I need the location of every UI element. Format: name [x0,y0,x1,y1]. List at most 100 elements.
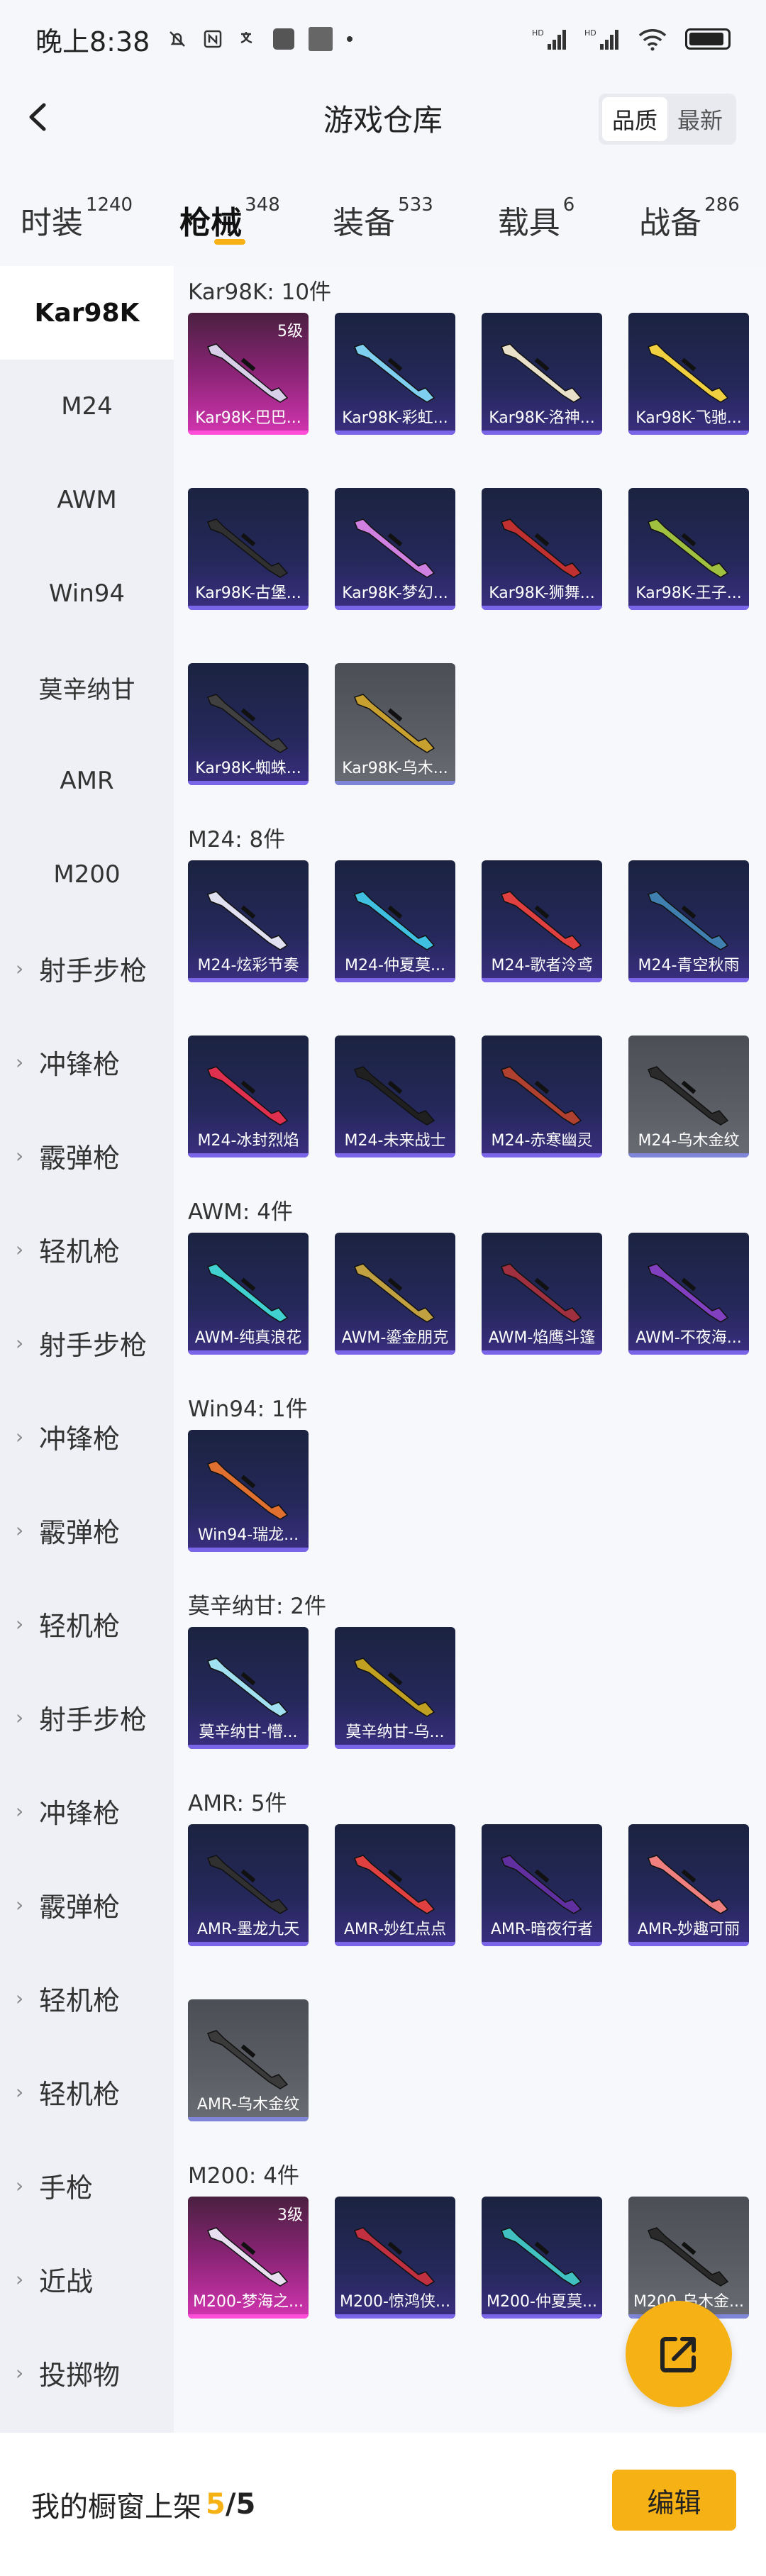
rifle-icon [648,1066,729,1126]
weapon-skin-card[interactable]: AWM-纯真浪花 [188,1233,309,1355]
sidebar-item[interactable]: AMR [0,734,174,828]
tab-count: 348 [245,194,280,216]
sidebar-item-label: 霰弹枪 [39,1516,121,1548]
weapon-skin-card[interactable]: M24-炫彩节奏 [188,860,309,982]
sidebar-item[interactable]: › 霰弹枪 [0,1858,174,1951]
skin-name: 莫辛纳甘-乌... [345,1723,445,1741]
weapon-skin-card[interactable]: M24-冰封烈焰 [188,1036,309,1157]
svg-text:HD: HD [584,28,596,38]
chevron-right-icon: › [16,1799,24,1823]
weapon-skin-card[interactable]: Kar98K-彩虹... [335,313,455,435]
item-grid: M24-炫彩节奏 M24-仲夏莫... M24-歌者泠鸢 M24-青空秋雨 M24-冰封… [174,860,766,1186]
chevron-right-icon: › [16,2360,24,2385]
weapon-skin-card[interactable]: Kar98K-王子... [628,488,749,610]
bottom-bar: 我的橱窗上架 5/5 编辑 [0,2433,766,2576]
sidebar-item[interactable]: › 射手步枪 [0,921,174,1015]
rifle-icon [207,1066,289,1126]
skin-name: M200-梦海之... [193,2293,304,2311]
item-grid: Win94-瑞龙... [174,1430,766,1580]
tab-label: 载具 [497,205,560,241]
sidebar-item[interactable]: › 轻机枪 [0,2045,174,2138]
weapon-skin-card[interactable]: Kar98K-梦幻... [335,488,455,610]
sidebar-item[interactable]: › 手枪 [0,2138,174,2232]
weapon-skin-card[interactable]: 莫辛纳甘-懵... [188,1627,309,1749]
weapon-skin-card[interactable]: AMR-妙红点点 [335,1824,455,1946]
skin-name: M24-仲夏莫... [345,957,445,975]
weapon-skin-card[interactable]: AMR-暗夜行者 [482,1824,602,1946]
weapon-skin-card[interactable]: AMR-墨龙九天 [188,1824,309,1946]
sort-newest-button[interactable]: 最新 [667,97,733,141]
skin-name: AMR-妙趣可丽 [637,1921,740,1938]
sidebar-item[interactable]: › 近战 [0,2232,174,2326]
sidebar-item[interactable]: Kar98K [0,266,174,360]
weapon-skin-card[interactable]: Win94-瑞龙... [188,1430,309,1552]
sidebar-item[interactable]: › 冲锋枪 [0,1764,174,1858]
weapon-skin-card[interactable]: Kar98K-洛神... [482,313,602,435]
clock: 晚上8:38 [35,26,150,57]
weapon-skin-card[interactable]: AWM-焰鹰斗篷 [482,1233,602,1355]
tab-fashion[interactable]: 时装 1240 [0,156,153,266]
tab-vehicles[interactable]: 载具 6 [460,156,613,266]
weapon-skin-card[interactable]: Kar98K-狮舞... [482,488,602,610]
sidebar-item[interactable]: › 轻机枪 [0,1951,174,2045]
sidebar-item[interactable]: › 射手步枪 [0,1296,174,1389]
weapon-skin-card[interactable]: M200-惊鸿侠... [335,2197,455,2319]
edit-button[interactable]: 编辑 [612,2470,736,2531]
sidebar-item[interactable]: › 轻机枪 [0,1202,174,1296]
sidebar-item[interactable]: › 轻机枪 [0,1577,174,1670]
weapon-skin-card[interactable]: AMR-乌木金纹 [188,1999,309,2121]
sidebar-item-label: 霰弹枪 [39,1891,121,1923]
sidebar-item-label: AWM [57,486,117,514]
share-button[interactable] [626,2301,732,2407]
weapon-skin-card[interactable]: M24-仲夏莫... [335,860,455,982]
sidebar-item[interactable]: › 冲锋枪 [0,1389,174,1483]
sidebar-item[interactable]: › 霰弹枪 [0,1109,174,1202]
weapon-skin-card[interactable]: AWM-鎏金朋克 [335,1233,455,1355]
sidebar-item[interactable]: › 冲锋枪 [0,1015,174,1109]
weapon-skin-card[interactable]: 莫辛纳甘-乌... [335,1627,455,1749]
sidebar-item[interactable]: › 投掷物 [0,2326,174,2419]
rifle-icon [207,518,289,578]
rifle-icon [648,518,729,578]
sidebar-item[interactable]: › 霰弹枪 [0,1483,174,1577]
weapon-skin-card[interactable]: M24-赤寒幽灵 [482,1036,602,1157]
sidebar-item[interactable]: Win94 [0,547,174,640]
sidebar-item[interactable]: › 射手步枪 [0,1670,174,1764]
weapon-skin-card[interactable]: AMR-妙趣可丽 [628,1824,749,1946]
weapon-skin-card[interactable]: M24-青空秋雨 [628,860,749,982]
sidebar-item[interactable]: AWM [0,453,174,547]
skin-name: M24-乌木金纹 [638,1132,740,1150]
sidebar-item-label: M200 [53,860,121,889]
weapon-skin-card[interactable]: Kar98K-乌木... [335,663,455,785]
weapon-skin-card[interactable]: 5级 Kar98K-巴巴... [188,313,309,435]
weapon-skin-card[interactable]: 3级 M200-梦海之... [188,2197,309,2319]
weapon-skin-card[interactable]: Kar98K-飞驰... [628,313,749,435]
skin-name: AMR-暗夜行者 [490,1921,594,1938]
tab-guns[interactable]: 枪械 348 [153,156,306,266]
tab-gear[interactable]: 战备 286 [613,156,766,266]
chevron-right-icon: › [16,1611,24,1636]
rifle-icon [207,2227,289,2287]
weapon-skin-card[interactable]: M24-未来战士 [335,1036,455,1157]
sidebar-item[interactable]: M200 [0,828,174,921]
more-dot-icon [347,36,353,42]
skin-name: Kar98K-洛神... [489,409,595,427]
sidebar-item-label: 投掷物 [39,2359,121,2391]
chevron-right-icon: › [16,2267,24,2291]
weapon-skin-card[interactable]: M24-乌木金纹 [628,1036,749,1157]
system-icons: HD HD [532,27,731,51]
sidebar-item[interactable]: 莫辛纳甘 [0,640,174,734]
weapon-skin-card[interactable]: AWM-不夜海... [628,1233,749,1355]
weapon-skin-card[interactable]: Kar98K-蜘蛛... [188,663,309,785]
tab-equipment[interactable]: 装备 533 [306,156,460,266]
weapon-skin-card[interactable]: M200-仲夏莫... [482,2197,602,2319]
level-badge: 3级 [277,2206,303,2224]
weapon-skin-card[interactable]: M24-歌者泠鸢 [482,860,602,982]
sort-quality-button[interactable]: 品质 [601,97,667,141]
weapon-skin-card[interactable]: M200-乌木金... [628,2197,749,2319]
rifle-icon [207,694,289,753]
weapon-skin-card[interactable]: Kar98K-古堡... [188,488,309,610]
sidebar-item[interactable]: M24 [0,360,174,453]
group-title: M24: 8件 [188,826,286,853]
chevron-right-icon: › [16,956,24,980]
